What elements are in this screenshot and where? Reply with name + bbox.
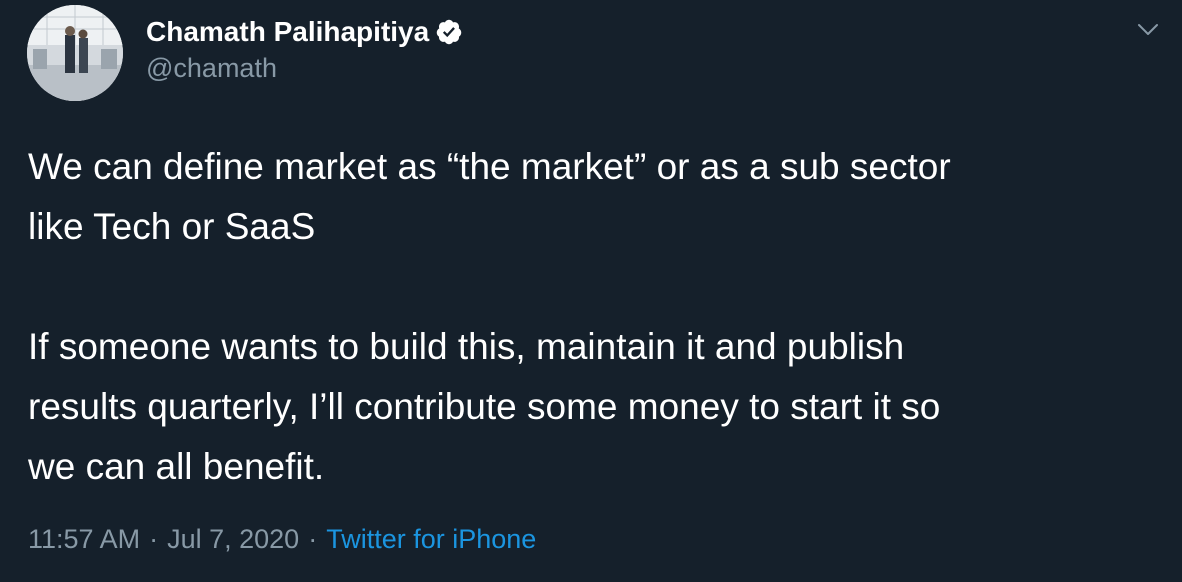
meta-separator: ·	[308, 524, 318, 554]
avatar[interactable]	[27, 5, 123, 101]
tweet-date[interactable]: Jul 7, 2020	[167, 524, 299, 555]
author-display-name[interactable]: Chamath Palihapitiya	[146, 16, 429, 48]
tweet-card: Chamath Palihapitiya @chamath We can def…	[0, 0, 1182, 582]
avatar-image	[27, 5, 123, 101]
author-handle[interactable]: @chamath	[146, 53, 277, 84]
tweet-line: If someone wants to build this, maintain…	[28, 326, 905, 367]
tweet-line: We can define market as “the market” or …	[28, 146, 951, 187]
author-name-row[interactable]: Chamath Palihapitiya	[146, 14, 463, 50]
chevron-down-icon[interactable]	[1133, 14, 1163, 44]
meta-separator: ·	[149, 524, 159, 554]
tweet-time[interactable]: 11:57 AM	[28, 524, 140, 555]
tweet-line: like Tech or SaaS	[28, 206, 316, 247]
tweet-text: We can define market as “the market” or …	[28, 137, 1158, 497]
tweet-source-link[interactable]: Twitter for iPhone	[326, 524, 536, 555]
verified-badge-icon	[435, 18, 463, 46]
tweet-line: results quarterly, I’ll contribute some …	[28, 386, 941, 427]
tweet-meta: 11:57 AM · Jul 7, 2020 · Twitter for iPh…	[28, 524, 536, 555]
tweet-line: we can all benefit.	[28, 446, 325, 487]
